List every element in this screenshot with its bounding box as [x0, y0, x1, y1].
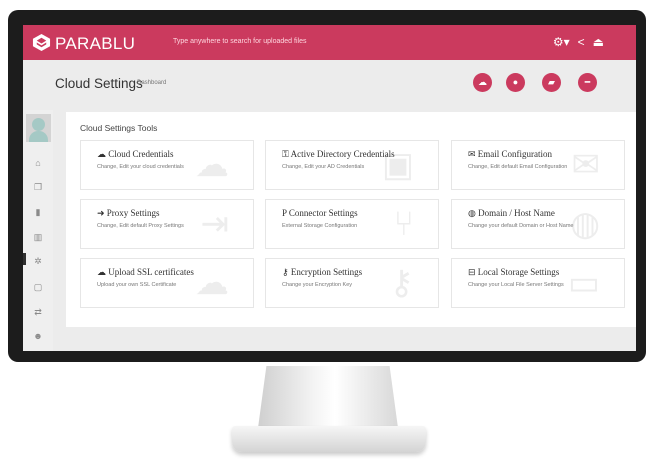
key-icon: ⚷ [389, 264, 414, 302]
folder-button[interactable]: ▰ [542, 73, 561, 92]
users-icon[interactable]: ☻ [23, 331, 53, 341]
settings-icon[interactable]: ⚙▾ [553, 34, 570, 50]
chart-icon[interactable]: ▥ [23, 232, 53, 243]
screen: PARABLU Type anywhere to search for uplo… [23, 25, 636, 351]
card-local-storage[interactable]: ▭ ⊟ Local Storage Settings Change your L… [451, 258, 625, 308]
search-input[interactable]: Type anywhere to search for uploaded fil… [173, 38, 306, 45]
top-bar: PARABLU Type anywhere to search for uplo… [23, 25, 636, 60]
share-icon[interactable]: < [578, 34, 585, 50]
card-description: Change your Encryption Key [282, 282, 353, 288]
cloud-upload-icon: ☁ [195, 264, 229, 302]
user-button[interactable]: ● [506, 73, 525, 92]
trash-icon[interactable]: ▮ [23, 207, 53, 218]
card-description: Change, Edit your AD Credentials [282, 164, 365, 170]
id-card-icon: ⚿ [282, 149, 289, 159]
copy-icon[interactable]: ❐ [23, 182, 53, 193]
remove-button[interactable]: ━ [578, 73, 597, 92]
page-header: Cloud Settings Dashboard ☁ ● ▰ ━ [23, 60, 636, 110]
card-proxy-settings[interactable]: ⇥ ➜ Proxy Settings Change, Edit default … [80, 199, 254, 249]
card-cloud-credentials[interactable]: ☁ ☁ Cloud Credentials Change, Edit your … [80, 140, 254, 190]
card-description: Change your default Domain or Host Name [468, 223, 574, 229]
logout-icon[interactable]: ⏏ [593, 34, 604, 50]
brand-name: PARABLU [55, 34, 136, 53]
card-title: Active Directory Credentials [290, 149, 395, 159]
monitor-stand-neck [258, 366, 398, 428]
parablu-logo-icon [32, 33, 51, 52]
card-active-directory[interactable]: ▣ ⚿ Active Directory Credentials Change,… [265, 140, 439, 190]
panel-title: Cloud Settings Tools [80, 123, 158, 133]
settings-icon[interactable]: ✲ [23, 256, 53, 267]
card-domain-host-name[interactable]: ◍ ◍ Domain / Host Name Change your defau… [451, 199, 625, 249]
sidebar: ⌂ ❐ ▮ ▥ ✲ ▢ ⇄ ☻ [23, 110, 53, 351]
key-icon: ⚷ [282, 267, 289, 277]
hard-drive-icon: ▭ [567, 264, 600, 302]
home-icon[interactable]: ⌂ [23, 158, 53, 168]
card-description: Change your Local File Server Settings [468, 282, 564, 288]
envelope-icon: ✉ [571, 146, 601, 184]
card-description: Change, Edit default Email Configuration [468, 164, 568, 170]
card-title: Upload SSL certificates [108, 267, 194, 277]
globe-icon: ◍ [468, 208, 476, 218]
card-title: Domain / Host Name [478, 208, 555, 218]
card-description: Change, Edit default Proxy Settings [97, 223, 184, 229]
cloud-icon: ☁ [97, 149, 106, 159]
card-title: Local Storage Settings [477, 267, 560, 277]
card-description: External Storage Configuration [282, 223, 358, 229]
globe-icon: ◍ [570, 205, 600, 243]
connector-icon: P [282, 208, 287, 218]
top-actions: ⚙▾ < ⏏ [553, 34, 604, 50]
card-connector-settings[interactable]: ⑂ P Connector Settings External Storage … [265, 199, 439, 249]
hard-drive-icon: ⊟ [468, 267, 476, 277]
file-icon[interactable]: ▢ [23, 282, 53, 293]
card-upload-ssl[interactable]: ☁ ☁ Upload SSL certificates Upload your … [80, 258, 254, 308]
cloud-upload-icon: ☁ [97, 267, 106, 277]
breadcrumb[interactable]: Dashboard [137, 80, 166, 86]
cloud-upload-button[interactable]: ☁ [473, 73, 492, 92]
sign-in-icon: ⇥ [200, 205, 230, 243]
card-title: Proxy Settings [106, 208, 160, 218]
settings-panel: Cloud Settings Tools ☁ ☁ Cloud Credentia… [66, 112, 636, 327]
card-email-configuration[interactable]: ✉ ✉ Email Configuration Change, Edit def… [451, 140, 625, 190]
page-title: Cloud Settings [55, 76, 143, 91]
card-encryption-settings[interactable]: ⚷ ⚷ Encryption Settings Change your Encr… [265, 258, 439, 308]
card-title: Cloud Credentials [108, 149, 174, 159]
card-description: Change, Edit your cloud credentials [97, 164, 184, 170]
monitor-stand-base [232, 426, 426, 452]
branch-icon: ⑂ [393, 205, 414, 243]
envelope-icon: ✉ [468, 149, 476, 159]
avatar[interactable] [26, 114, 51, 142]
card-title: Connector Settings [288, 208, 358, 218]
card-description: Upload your own SSL Certificate [97, 282, 177, 288]
card-title: Email Configuration [477, 149, 553, 159]
sign-in-icon: ➜ [97, 208, 105, 218]
cloud-icon: ☁ [195, 146, 229, 184]
card-title: Encryption Settings [290, 267, 363, 277]
transfer-icon[interactable]: ⇄ [23, 307, 53, 318]
